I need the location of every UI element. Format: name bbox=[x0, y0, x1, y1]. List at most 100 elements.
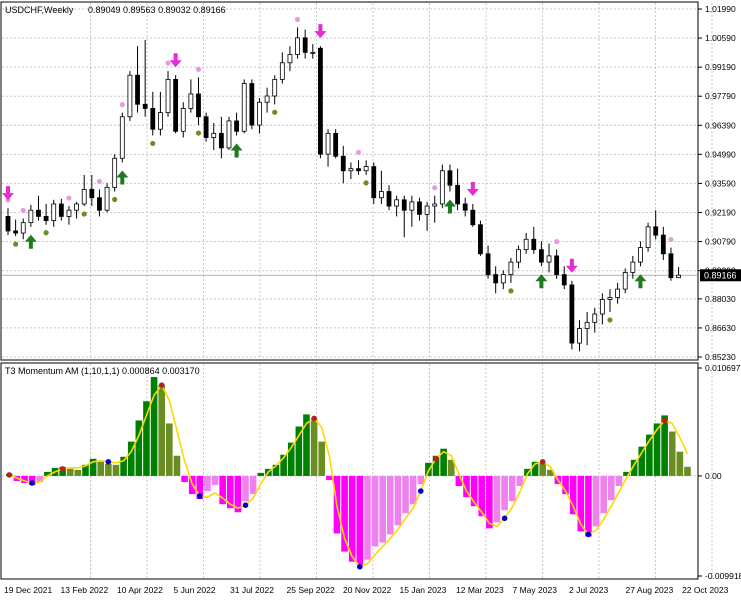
candle-body bbox=[546, 255, 552, 263]
price-tick-label: 0.94990 bbox=[705, 149, 736, 159]
histogram-bar bbox=[242, 475, 249, 502]
candle-body bbox=[119, 116, 125, 159]
price-tick-label: 0.85230 bbox=[705, 352, 736, 362]
candle-body bbox=[234, 120, 240, 132]
histogram-bar bbox=[493, 475, 501, 523]
ohlc-readout: 0.89049 0.89563 0.89032 0.89166 bbox=[88, 5, 226, 15]
candle-body bbox=[310, 51, 316, 54]
candle-body bbox=[493, 274, 499, 284]
candle-body bbox=[302, 37, 308, 53]
low-dot bbox=[508, 288, 514, 294]
candle-body bbox=[51, 203, 57, 221]
candle-body bbox=[561, 274, 567, 286]
histogram-bar bbox=[97, 461, 105, 476]
candle-body bbox=[470, 209, 476, 226]
candle-body bbox=[249, 83, 255, 126]
histogram-bar bbox=[66, 468, 74, 476]
candle-body bbox=[127, 74, 133, 118]
candle-body bbox=[74, 203, 79, 211]
histogram-bar bbox=[348, 475, 356, 562]
candle-body bbox=[417, 201, 422, 215]
symbol-label: USDCHF,Weekly bbox=[5, 5, 74, 15]
candle-body bbox=[516, 249, 521, 263]
candle-body bbox=[485, 253, 491, 275]
candle-body bbox=[81, 189, 87, 205]
candle-body bbox=[340, 155, 346, 172]
high-dot bbox=[355, 149, 362, 155]
price-tick-label: 0.90790 bbox=[705, 237, 736, 247]
high-dot bbox=[668, 236, 674, 243]
histogram-bar bbox=[364, 475, 371, 560]
candle-body bbox=[28, 209, 34, 224]
candle-body bbox=[439, 170, 445, 205]
trough-dot bbox=[105, 459, 112, 465]
candle bbox=[226, 116, 232, 150]
date-tick-label: 7 May 2023 bbox=[513, 585, 558, 595]
candle-body bbox=[569, 284, 575, 344]
chart-window[interactable]: USDCHF,Weekly 0.89049 0.89563 0.89032 0.… bbox=[0, 0, 741, 600]
histogram-bar bbox=[326, 475, 333, 480]
date-tick-label: 2 Jul 2023 bbox=[569, 585, 608, 595]
candle-body bbox=[660, 234, 666, 255]
candle-body bbox=[43, 216, 49, 221]
histogram-bar bbox=[409, 475, 417, 505]
indicator-tick-label: 0.00 bbox=[705, 471, 722, 481]
candle-body bbox=[645, 226, 651, 248]
candle-body bbox=[165, 78, 171, 114]
candle-body bbox=[409, 201, 415, 211]
histogram-bar bbox=[394, 475, 402, 526]
candle-body bbox=[356, 168, 361, 172]
candle bbox=[478, 220, 483, 256]
histogram-bar bbox=[257, 472, 265, 476]
candle-body bbox=[630, 261, 636, 273]
candle bbox=[241, 79, 247, 134]
indicator-tick-label: -0.009918 bbox=[705, 571, 741, 581]
peak-dot bbox=[539, 459, 546, 465]
histogram-bar bbox=[379, 475, 386, 543]
high-dot bbox=[195, 66, 202, 72]
candle-body bbox=[58, 203, 64, 217]
candle-body bbox=[218, 132, 224, 149]
candle-body bbox=[371, 166, 377, 199]
candle-body bbox=[226, 120, 232, 149]
histogram-bar bbox=[592, 475, 600, 527]
candle-body bbox=[157, 112, 163, 130]
date-tick-label: 5 Jun 2022 bbox=[174, 585, 216, 595]
candle-body bbox=[36, 209, 41, 217]
date-tick-label: 13 Feb 2022 bbox=[61, 585, 109, 595]
candle-body bbox=[97, 197, 102, 211]
candle-body bbox=[668, 253, 674, 279]
candle bbox=[318, 46, 323, 159]
candle-body bbox=[142, 103, 148, 109]
peak-dot bbox=[433, 455, 439, 462]
candle-body bbox=[577, 328, 582, 344]
low-dot bbox=[81, 211, 87, 217]
high-dot bbox=[554, 239, 560, 245]
candle-body bbox=[363, 166, 369, 172]
candle-body bbox=[180, 108, 186, 132]
candle-body bbox=[424, 205, 430, 215]
date-tick-label: 12 Mar 2023 bbox=[456, 585, 504, 595]
histogram-bar bbox=[310, 418, 318, 476]
current-price-tag: 0.89166 bbox=[700, 269, 741, 282]
histogram-bar bbox=[585, 475, 592, 537]
histogram-bar bbox=[539, 462, 546, 476]
histogram-bar bbox=[387, 475, 394, 535]
candle-body bbox=[531, 238, 537, 251]
histogram-bar bbox=[211, 475, 219, 486]
candle bbox=[439, 164, 445, 209]
candle-body bbox=[607, 297, 613, 300]
histogram-bar bbox=[166, 423, 173, 476]
candle-body bbox=[287, 54, 293, 64]
date-tick-label: 10 Apr 2022 bbox=[117, 585, 163, 595]
candle-body bbox=[20, 222, 26, 234]
histogram-bar bbox=[112, 464, 120, 476]
candle-body bbox=[325, 132, 331, 155]
high-dot bbox=[432, 185, 438, 191]
histogram-bar bbox=[615, 475, 623, 487]
high-dot bbox=[96, 178, 103, 185]
low-dot bbox=[112, 196, 118, 203]
date-tick-label: 31 Jul 2022 bbox=[230, 585, 274, 595]
price-chart-svg[interactable]: USDCHF,Weekly 0.89049 0.89563 0.89032 0.… bbox=[0, 0, 741, 600]
candle-body bbox=[378, 191, 384, 199]
